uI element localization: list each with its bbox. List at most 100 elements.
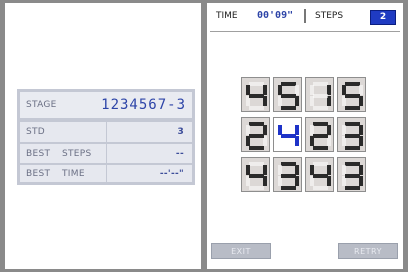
steps-label: STEPS bbox=[62, 148, 92, 159]
seven-segment-digit bbox=[278, 82, 299, 110]
segment bbox=[249, 162, 264, 166]
stage-row: STAGE 1234567-3 bbox=[20, 92, 192, 118]
seven-segment-digit bbox=[246, 122, 267, 150]
tile-grid bbox=[241, 77, 366, 192]
right-screen: TIME 00'09" STEPS 2 EXIT RETRY bbox=[207, 3, 403, 269]
segment bbox=[359, 165, 363, 175]
segment bbox=[263, 85, 267, 95]
segment bbox=[249, 134, 264, 138]
segment bbox=[313, 134, 328, 138]
segment bbox=[278, 125, 282, 135]
bezel-right bbox=[403, 0, 408, 272]
segment bbox=[263, 125, 267, 135]
segment bbox=[313, 146, 328, 150]
stage-label: STAGE bbox=[26, 100, 57, 110]
seven-segment-digit bbox=[278, 122, 299, 150]
exit-button[interactable]: EXIT bbox=[211, 243, 271, 259]
std-label: STD bbox=[26, 127, 46, 137]
segment bbox=[345, 146, 360, 150]
time-label: TIME bbox=[216, 11, 238, 21]
segment bbox=[342, 165, 346, 175]
segment bbox=[278, 165, 282, 175]
number-tile[interactable] bbox=[273, 157, 302, 192]
left-screen: STAGE 1234567-3 STD 3 BEST STEPS -- BEST… bbox=[5, 3, 201, 269]
segment bbox=[246, 85, 250, 95]
segment bbox=[249, 94, 264, 98]
segment bbox=[345, 186, 360, 190]
segment bbox=[249, 82, 264, 86]
column-divider bbox=[106, 122, 107, 142]
segment bbox=[327, 125, 331, 135]
seven-segment-digit bbox=[342, 122, 363, 150]
segment bbox=[310, 85, 314, 95]
segment bbox=[278, 85, 282, 95]
number-tile[interactable] bbox=[241, 157, 270, 192]
segment bbox=[345, 122, 360, 126]
segment bbox=[249, 186, 264, 190]
column-divider bbox=[106, 144, 107, 163]
seven-segment-digit bbox=[342, 82, 363, 110]
number-tile[interactable] bbox=[241, 117, 270, 152]
number-tile[interactable] bbox=[337, 117, 366, 152]
std-value: 3 bbox=[177, 127, 184, 137]
segment bbox=[313, 162, 328, 166]
best-label: BEST bbox=[26, 168, 51, 179]
segment bbox=[327, 165, 331, 175]
segment bbox=[295, 85, 299, 95]
segment bbox=[313, 174, 328, 178]
segment bbox=[359, 125, 363, 135]
segment bbox=[310, 125, 314, 135]
best-time-value: --'--" bbox=[159, 168, 184, 179]
seven-segment-digit bbox=[278, 162, 299, 190]
segment bbox=[310, 165, 314, 175]
number-tile[interactable] bbox=[305, 77, 334, 112]
segment bbox=[246, 125, 250, 135]
segment bbox=[281, 174, 296, 178]
segment bbox=[249, 146, 264, 150]
number-tile[interactable] bbox=[305, 117, 334, 152]
segment bbox=[345, 134, 360, 138]
segment bbox=[342, 125, 346, 135]
number-tile[interactable] bbox=[273, 117, 302, 152]
number-tile[interactable] bbox=[337, 77, 366, 112]
seven-segment-digit bbox=[310, 162, 331, 190]
segment bbox=[249, 174, 264, 178]
best-steps-value: -- bbox=[175, 148, 184, 159]
segment bbox=[342, 85, 346, 95]
std-row: STD 3 bbox=[20, 122, 192, 142]
segment bbox=[263, 165, 267, 175]
stage-value: 1234567-3 bbox=[101, 97, 186, 113]
number-tile[interactable] bbox=[337, 157, 366, 192]
segment bbox=[249, 122, 264, 126]
segment bbox=[313, 82, 328, 86]
seven-segment-digit bbox=[342, 162, 363, 190]
seven-segment-digit bbox=[246, 82, 267, 110]
seven-segment-digit bbox=[246, 162, 267, 190]
segment bbox=[345, 162, 360, 166]
number-tile[interactable] bbox=[305, 157, 334, 192]
segment bbox=[359, 85, 363, 95]
segment bbox=[281, 122, 296, 126]
segment bbox=[281, 134, 296, 138]
status-header: TIME 00'09" STEPS 2 bbox=[207, 3, 403, 32]
segment bbox=[281, 162, 296, 166]
time-value: 00'09" bbox=[257, 10, 294, 21]
segment bbox=[345, 94, 360, 98]
segment bbox=[281, 106, 296, 110]
segment bbox=[345, 82, 360, 86]
number-tile[interactable] bbox=[273, 77, 302, 112]
segment bbox=[281, 82, 296, 86]
segment bbox=[281, 94, 296, 98]
segment bbox=[313, 122, 328, 126]
retry-button[interactable]: RETRY bbox=[338, 243, 398, 259]
segment bbox=[345, 106, 360, 110]
time-label: TIME bbox=[62, 168, 85, 179]
best-steps-row: BEST STEPS -- bbox=[20, 144, 192, 163]
segment bbox=[313, 186, 328, 190]
segment bbox=[313, 94, 328, 98]
number-tile[interactable] bbox=[241, 77, 270, 112]
segment bbox=[281, 186, 296, 190]
segment bbox=[313, 106, 328, 110]
stage-info-panel: STAGE 1234567-3 STD 3 BEST STEPS -- BEST… bbox=[17, 89, 195, 185]
segment bbox=[295, 165, 299, 175]
